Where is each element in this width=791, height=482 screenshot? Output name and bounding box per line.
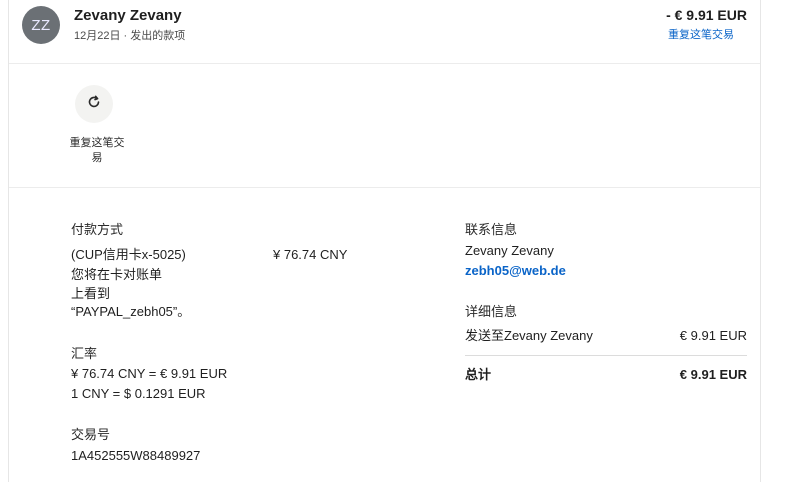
transaction-amount: - € 9.91 EUR	[666, 7, 747, 23]
payment-method-title: 付款方式	[71, 222, 124, 237]
contact-info-title: 联系信息	[465, 222, 518, 237]
repeat-transaction-button[interactable]	[75, 85, 113, 123]
payment-method-line: 上看到	[71, 286, 111, 301]
transaction-id-title: 交易号	[71, 427, 111, 442]
recipient-name: Zevany Zevany	[74, 7, 182, 24]
contact-email-link[interactable]: zebh05@web.de	[465, 261, 566, 281]
exchange-rate-line: 1 CNY = $ 0.1291 EUR	[71, 386, 206, 401]
exchange-rate-title: 汇率	[71, 346, 98, 361]
repeat-transaction-label: 重复这笔交易	[69, 137, 125, 164]
avatar: ZZ	[22, 6, 60, 44]
transaction-card: ZZ Zevany Zevany 12月22日 · 发出的款项 - € 9.91…	[8, 0, 761, 482]
refresh-icon	[86, 94, 102, 115]
total-amount: € 9.91 EUR	[679, 367, 747, 382]
actions-divider	[9, 187, 760, 188]
payment-method-line: “PAYPAL_zebh05”。	[71, 304, 191, 319]
exchange-rate-line: ¥ 76.74 CNY = € 9.91 EUR	[71, 366, 228, 381]
transaction-id: 1A452555W88489927	[71, 448, 201, 463]
header-divider	[9, 63, 760, 64]
sent-to-label: 发送至Zevany Zevany	[465, 328, 593, 343]
sent-amount: € 9.91 EUR	[679, 328, 747, 343]
contact-name: Zevany Zevany	[465, 243, 554, 258]
transaction-date-type: 12月22日 · 发出的款项	[74, 30, 186, 42]
payment-amount: ¥ 76.74 CNY	[273, 247, 348, 262]
payment-method-line: 您将在卡对账单	[71, 267, 163, 282]
details-title: 详细信息	[465, 304, 518, 319]
repeat-transaction-link[interactable]: 重复这笔交易	[668, 26, 734, 42]
details-divider	[465, 355, 747, 356]
payment-method-line: (CUP信用卡x-5025)	[71, 247, 186, 262]
total-label: 总计	[465, 367, 492, 382]
